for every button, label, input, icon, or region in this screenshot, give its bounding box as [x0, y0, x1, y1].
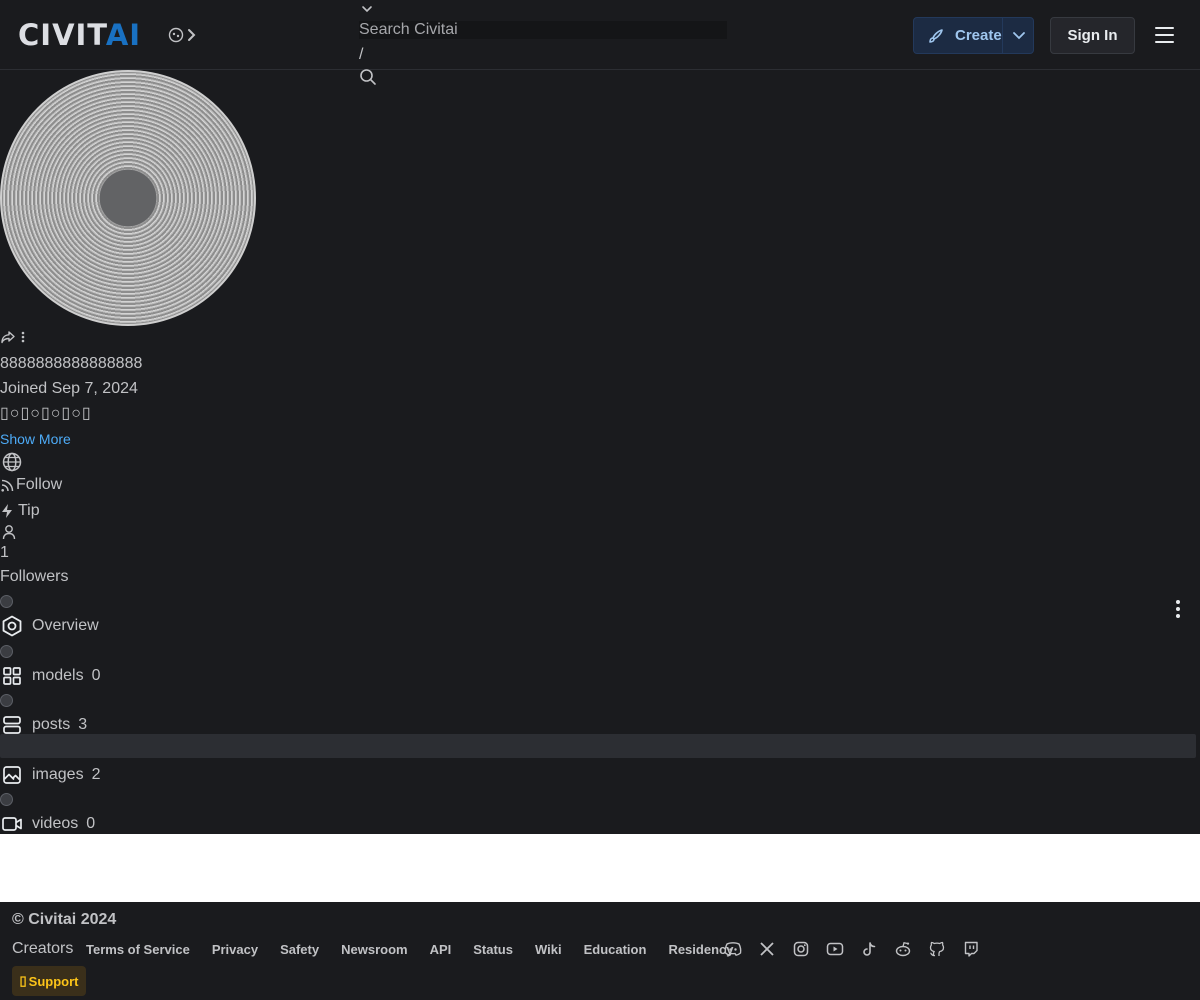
- more-options-icon[interactable]: [20, 330, 26, 344]
- footer-link-terms[interactable]: Terms of Service: [86, 942, 190, 957]
- tab-overview[interactable]: Overview: [0, 614, 99, 638]
- site-footer: © Civitai 2024 Creators Terms of Service…: [0, 902, 1200, 1000]
- create-button-divider: [1002, 18, 1003, 53]
- search-area: /: [359, 0, 729, 90]
- show-more-link[interactable]: Show More: [0, 429, 71, 449]
- footer-copyright: © Civitai 2024: [12, 911, 117, 928]
- footer-link-safety[interactable]: Safety: [280, 942, 319, 957]
- tab-radio-posts[interactable]: [0, 694, 13, 707]
- footer-links: Terms of Service Privacy Safety Newsroom…: [86, 940, 755, 958]
- tab-posts[interactable]: posts 3: [0, 713, 87, 737]
- followers-label: Followers: [0, 568, 69, 585]
- globe-icon[interactable]: [2, 452, 22, 472]
- support-icon: ▯: [19, 973, 27, 988]
- tab-label: Overview: [32, 617, 99, 634]
- brush-icon: [927, 27, 945, 45]
- posts-layout-icon: [0, 715, 24, 735]
- support-button[interactable]: ▯ Support: [12, 966, 86, 996]
- youtube-icon[interactable]: [826, 940, 844, 958]
- tab-radio-videos[interactable]: [0, 793, 13, 806]
- tab-radio-models[interactable]: [0, 645, 13, 658]
- tip-label: Tip: [18, 502, 40, 519]
- footer-link-creators[interactable]: Creators: [12, 940, 73, 958]
- reddit-icon[interactable]: [894, 940, 912, 958]
- footer-link-status[interactable]: Status: [473, 942, 513, 957]
- logo-text-civit: CIVIT: [18, 18, 106, 52]
- discord-icon[interactable]: [724, 940, 742, 958]
- footer-link-wiki[interactable]: Wiki: [535, 942, 562, 957]
- user-icon: [2, 524, 16, 540]
- sign-in-button[interactable]: Sign In: [1050, 17, 1135, 54]
- hamburger-menu-icon[interactable]: [1155, 27, 1174, 43]
- chevron-down-icon[interactable]: [360, 2, 374, 16]
- rss-icon: [0, 478, 15, 493]
- chevron-right-icon: [187, 28, 197, 42]
- follow-label: Follow: [16, 476, 63, 493]
- tab-count: 2: [91, 766, 101, 783]
- tip-button[interactable]: Tip: [0, 502, 40, 520]
- tab-radio-overview[interactable]: [0, 595, 13, 608]
- footer-link-newsroom[interactable]: Newsroom: [341, 942, 407, 957]
- models-grid-icon: [0, 666, 24, 686]
- github-icon[interactable]: [928, 940, 946, 958]
- brand-menu-toggle[interactable]: [168, 26, 197, 44]
- tab-label: models: [32, 667, 84, 684]
- tab-label: videos: [32, 815, 79, 832]
- search-icon[interactable]: [359, 68, 377, 86]
- tab-label: posts: [32, 716, 71, 733]
- follow-button[interactable]: Follow: [0, 476, 62, 494]
- tab-count: 0: [86, 815, 96, 832]
- tab-count: 0: [91, 667, 101, 684]
- tab-videos[interactable]: videos 0: [0, 812, 95, 836]
- footer-link-api[interactable]: API: [430, 942, 452, 957]
- tab-active-indicator: [0, 734, 1196, 758]
- footer-link-privacy[interactable]: Privacy: [212, 942, 258, 957]
- videos-camera-icon: [0, 815, 24, 833]
- bolt-icon: [0, 503, 14, 519]
- tiktok-icon[interactable]: [860, 940, 878, 958]
- profile-username: 8888888888888888: [0, 355, 143, 372]
- twitch-icon[interactable]: [962, 940, 980, 958]
- create-chevron-down-icon[interactable]: [1012, 28, 1026, 42]
- images-photo-icon: [0, 765, 24, 785]
- tab-count: 3: [78, 716, 88, 733]
- support-label: Support: [28, 973, 79, 989]
- share-icon[interactable]: [0, 330, 16, 344]
- instagram-icon[interactable]: [792, 940, 810, 958]
- profile-joined-date: Joined Sep 7, 2024: [0, 380, 138, 397]
- profile-bio: ▯○▯○▯○▯○▯: [0, 405, 92, 422]
- top-header: CIVITAI / Create Sign In: [0, 0, 1200, 85]
- followers-count: 1: [0, 544, 9, 561]
- profile-actions: [0, 329, 26, 345]
- overview-hexagon-icon: [0, 615, 24, 637]
- user-avatar: [0, 70, 256, 326]
- search-input[interactable]: [359, 21, 727, 39]
- logo-text-ai: AI: [105, 18, 142, 52]
- footer-socials: [724, 940, 980, 958]
- tab-images[interactable]: images 2: [0, 763, 100, 787]
- x-icon[interactable]: [758, 940, 776, 958]
- brand-badge-icon: [168, 27, 184, 43]
- civitai-logo[interactable]: CIVITAI: [18, 21, 141, 50]
- create-button-label: Create: [955, 27, 1002, 44]
- create-button[interactable]: Create: [913, 17, 1034, 54]
- page-options-icon[interactable]: [1176, 600, 1180, 618]
- tab-models[interactable]: models 0: [0, 664, 100, 688]
- tab-label: images: [32, 766, 84, 783]
- content-area-blank: [0, 834, 1200, 902]
- footer-link-education[interactable]: Education: [584, 942, 647, 957]
- search-shortcut-hint: /: [359, 46, 364, 63]
